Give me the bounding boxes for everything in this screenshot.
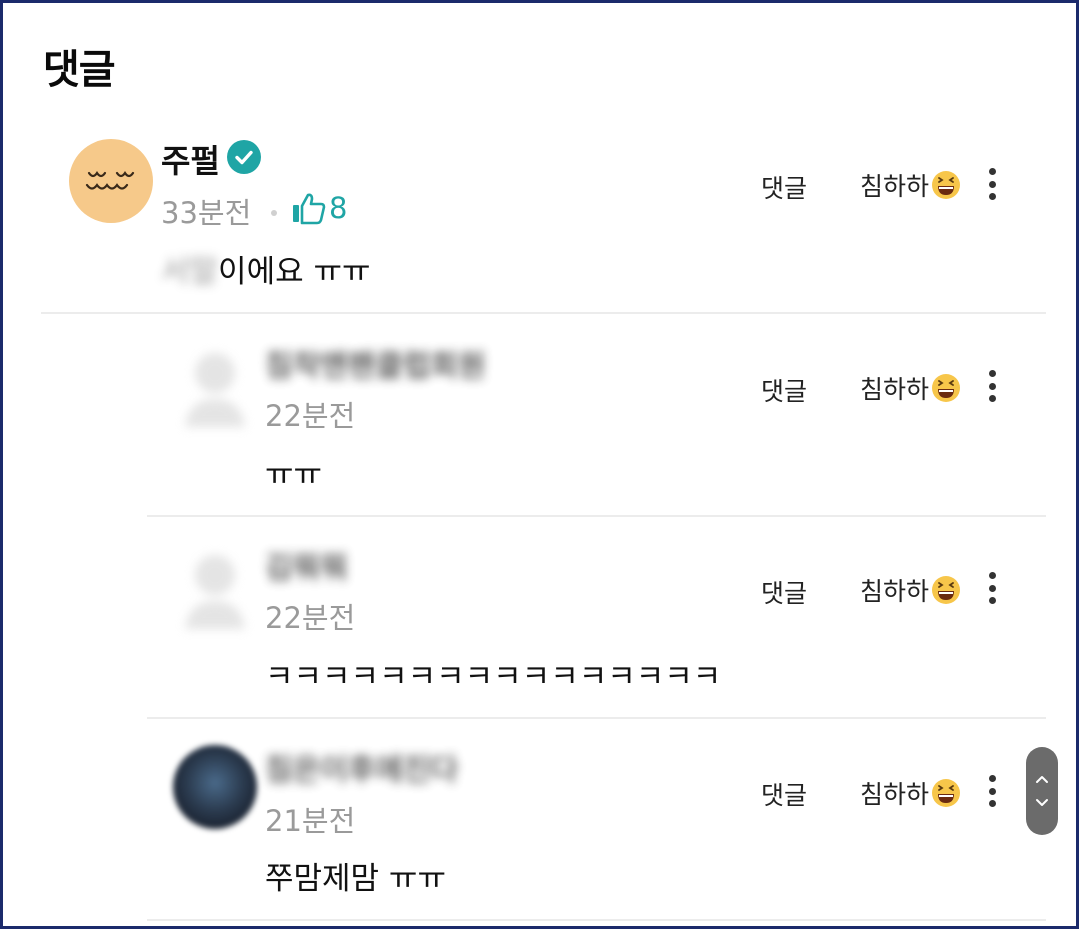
chevron-up-icon[interactable]	[1034, 772, 1050, 786]
comment-time: 21분전	[265, 804, 356, 838]
comment-text-visible: 이에요 ㅠㅠ	[218, 254, 371, 290]
avatar[interactable]	[69, 139, 153, 223]
more-options-icon[interactable]	[986, 572, 998, 604]
reply-button[interactable]: 댓글	[761, 372, 807, 408]
reply-button[interactable]: 댓글	[761, 776, 807, 812]
laughing-emoji-icon	[932, 576, 961, 604]
comment-text: 서말이에요 ㅠㅠ	[161, 246, 371, 291]
sleepy-face-icon	[85, 171, 135, 190]
comment-time: 22분전	[265, 399, 356, 433]
more-options-icon[interactable]	[986, 775, 998, 807]
separator-dot	[271, 210, 277, 216]
comment-text: ㅋㅋㅋㅋㅋㅋㅋㅋㅋㅋㅋㅋㅋㅋㅋㅋ	[265, 659, 722, 695]
divider	[147, 717, 1046, 719]
comment-time: 33분전	[161, 196, 252, 230]
react-button[interactable]: 침하하	[860, 572, 961, 608]
comment-author[interactable]: 김뭐뭐	[265, 543, 348, 587]
chevron-down-icon[interactable]	[1034, 796, 1050, 810]
comment-author[interactable]: 침착맨팬클럽회원	[265, 341, 486, 385]
react-button[interactable]: 침하하	[860, 370, 961, 406]
comment-author[interactable]: 주펄	[161, 136, 220, 182]
more-options-icon[interactable]	[986, 370, 998, 402]
page-title: 댓글	[43, 47, 116, 93]
comment-text-blurred: 서말	[161, 254, 219, 290]
more-options-icon[interactable]	[986, 168, 998, 200]
divider	[147, 515, 1046, 517]
divider	[147, 919, 1046, 921]
laughing-emoji-icon	[932, 374, 961, 402]
thumbs-up-icon	[293, 193, 326, 225]
like-count-value: 8	[329, 191, 348, 225]
scroll-control[interactable]	[1026, 747, 1058, 835]
reply-button[interactable]: 댓글	[761, 169, 807, 205]
comment-text: 쭈맘제맘 ㅠㅠ	[265, 861, 446, 897]
react-label: 침하하	[860, 375, 930, 404]
divider	[41, 312, 1046, 314]
react-label: 침하하	[860, 780, 930, 809]
laughing-emoji-icon	[932, 779, 961, 807]
avatar[interactable]	[173, 745, 257, 829]
comment-author[interactable]: 침은이후에진다	[265, 745, 458, 789]
comment-time: 22분전	[265, 601, 356, 635]
like-count[interactable]: 8	[291, 190, 347, 226]
comment-text: ㅠㅠ	[265, 457, 323, 493]
react-label: 침하하	[860, 172, 930, 201]
react-button[interactable]: 침하하	[860, 775, 961, 811]
reply-button[interactable]: 댓글	[761, 574, 807, 610]
comments-panel: 댓글 주펄 33분전 8 서말이에요 ㅠㅠ 댓글 침하하 침착맨팬클럽회원 22…	[0, 0, 1079, 929]
default-avatar-icon	[185, 353, 245, 427]
verified-badge-icon	[227, 140, 261, 174]
laughing-emoji-icon	[932, 171, 961, 199]
react-button[interactable]: 침하하	[860, 167, 961, 203]
default-avatar-icon	[185, 555, 245, 629]
react-label: 침하하	[860, 577, 930, 606]
